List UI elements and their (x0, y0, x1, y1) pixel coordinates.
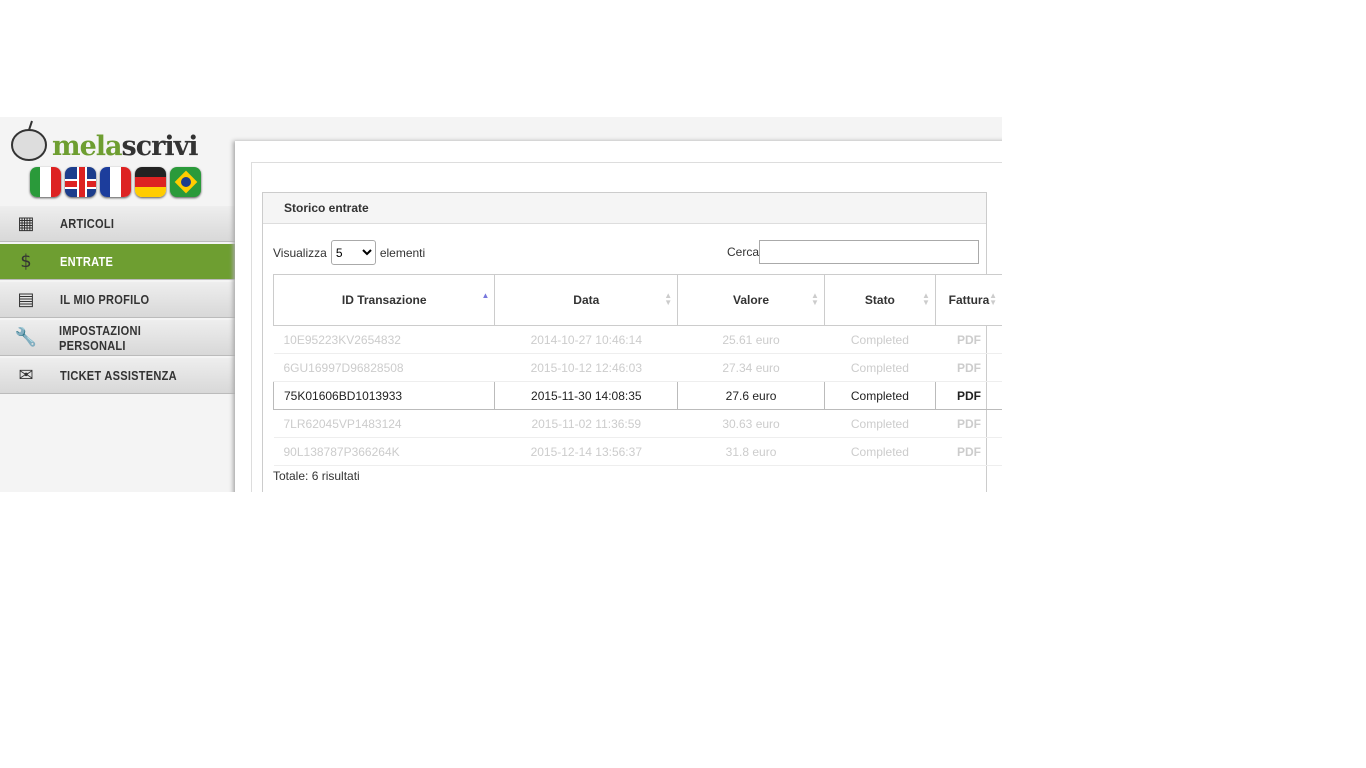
pdf-link[interactable]: PDF (935, 409, 1002, 438)
envelope-icon: ✉ (18, 365, 34, 386)
page-size-select[interactable]: 5 (330, 240, 376, 265)
wrench-icon: 🔧 (14, 327, 37, 348)
flag-brazilian[interactable] (170, 167, 201, 197)
newspaper-icon: ▦ (17, 213, 35, 234)
table-cell: Completed (824, 437, 936, 466)
main-content: Storico entrate Visualizza 5 elementi Ce… (235, 141, 1002, 492)
table-cell: 75K01606BD1013933 (272, 381, 496, 410)
transactions-table: ID Transazione ▲ Data ▲ ▼ Valore ▲ ▼ Stato ▲ ▼ Fatt… (272, 274, 1002, 466)
pdf-link[interactable]: PDF (934, 381, 1002, 410)
table-cell: Completed (824, 353, 936, 382)
logo[interactable]: melascrivi (10, 119, 225, 165)
show-label: Visualizza (273, 245, 327, 260)
flag-french[interactable] (100, 167, 131, 197)
sidebar-item-label: IL MIO PROFILO (60, 292, 150, 307)
table-cell: 2015-11-30 14:08:35 (494, 381, 679, 410)
sidebar-item-label: IMPOSTAZIONI PERSONALI (59, 322, 142, 353)
sidebar-item-label: TICKET ASSISTENZA (60, 368, 177, 383)
flag-italian[interactable] (30, 167, 61, 197)
sidebar-item-ticket-assistenza[interactable]: ✉ TICKET ASSISTENZA (0, 358, 235, 394)
column-header[interactable]: Valore ▲ ▼ (677, 274, 825, 326)
sort-icon[interactable]: ▲ ▼ (989, 292, 997, 307)
pdf-link[interactable]: PDF (935, 437, 1002, 466)
table-cell: 2015-10-12 12:46:03 (494, 353, 678, 382)
search-input[interactable] (759, 240, 980, 264)
column-header[interactable]: ID Transazione ▲ (272, 274, 496, 326)
brand-name: melascrivi (52, 131, 199, 162)
table-cell: 2014-10-27 10:46:14 (494, 325, 678, 354)
show-suffix: elementi (379, 245, 426, 260)
table-cell: Completed (824, 325, 936, 354)
total-results: Totale: 6 risultati (273, 469, 360, 483)
sidebar-item-articoli[interactable]: ▦ ARTICOLI (0, 206, 235, 242)
search-label: Cerca (727, 245, 760, 259)
table-cell: 27.6 euro (677, 381, 825, 410)
column-header[interactable]: Data ▲ ▼ (494, 274, 679, 326)
table-cell: 7LR62045VP1483124 (273, 409, 495, 438)
table-cell: 90L138787P366264K (273, 437, 495, 466)
table-row[interactable]: 75K01606BD1013933 2015-11-30 14:08:35 27.6… (272, 381, 1002, 410)
column-header[interactable]: Stato ▲ ▼ (823, 274, 936, 326)
sidebar-item-il-mio-profilo[interactable]: ▤ IL MIO PROFILO (0, 282, 235, 318)
sidebar-item-label: ARTICOLI (60, 216, 115, 231)
sort-icon[interactable]: ▲ ▼ (922, 292, 930, 307)
table-cell: 2015-12-14 13:56:37 (494, 437, 678, 466)
pdf-link[interactable]: PDF (935, 325, 1002, 354)
table-cell: 31.8 euro (677, 437, 825, 466)
flag-english[interactable] (65, 167, 96, 197)
sort-icon[interactable]: ▲ (482, 292, 490, 300)
sidebar-item-impostazioni-personali[interactable]: 🔧 IMPOSTAZIONI PERSONALI (0, 320, 235, 356)
panel-title: Storico entrate (263, 193, 986, 224)
table-cell: 27.34 euro (677, 353, 825, 382)
table-cell: 6GU16997D96828508 (273, 353, 495, 382)
sidebar-item-label: ENTRATE (60, 254, 114, 269)
table-row[interactable]: 7LR62045VP1483124 2015-11-02 11:36:59 30.6… (273, 409, 1002, 438)
table-cell: 30.63 euro (677, 409, 825, 438)
sort-icon[interactable]: ▲ ▼ (811, 292, 819, 307)
language-flags (30, 167, 201, 197)
flag-german[interactable] (135, 167, 166, 197)
table-cell: 25.61 euro (677, 325, 825, 354)
table-row[interactable]: 90L138787P366264K 2015-12-14 13:56:37 31.8… (273, 437, 1002, 466)
table-cell: Completed (823, 381, 936, 410)
id-card-icon: ▤ (17, 289, 35, 310)
table-cell: Completed (824, 409, 936, 438)
column-header[interactable]: Fattura ▲ ▼ (934, 274, 1002, 326)
table-cell: 2015-11-02 11:36:59 (494, 409, 678, 438)
table-cell: 10E95223KV2654832 (273, 325, 495, 354)
pdf-link[interactable]: PDF (935, 353, 1002, 382)
sidebar-item-entrate[interactable]: $ ENTRATE (0, 244, 235, 280)
app: melascrivi ▦ ARTICOLI $ ENTRATE ▤ IL MIO PROF… (0, 117, 1002, 492)
apple-icon (11, 120, 47, 161)
table-row[interactable]: 10E95223KV2654832 2014-10-27 10:46:14 25.6… (273, 325, 1002, 354)
sidebar-nav: ▦ ARTICOLI $ ENTRATE ▤ IL MIO PROFILO 🔧 IMPOSTA… (0, 206, 235, 396)
sort-icon[interactable]: ▲ ▼ (664, 292, 672, 307)
table-row[interactable]: 6GU16997D96828508 2015-10-12 12:46:03 27.3… (273, 353, 1002, 382)
money-icon: $ (20, 251, 32, 272)
income-history-panel: Storico entrate Visualizza 5 elementi Ce… (262, 192, 1002, 492)
